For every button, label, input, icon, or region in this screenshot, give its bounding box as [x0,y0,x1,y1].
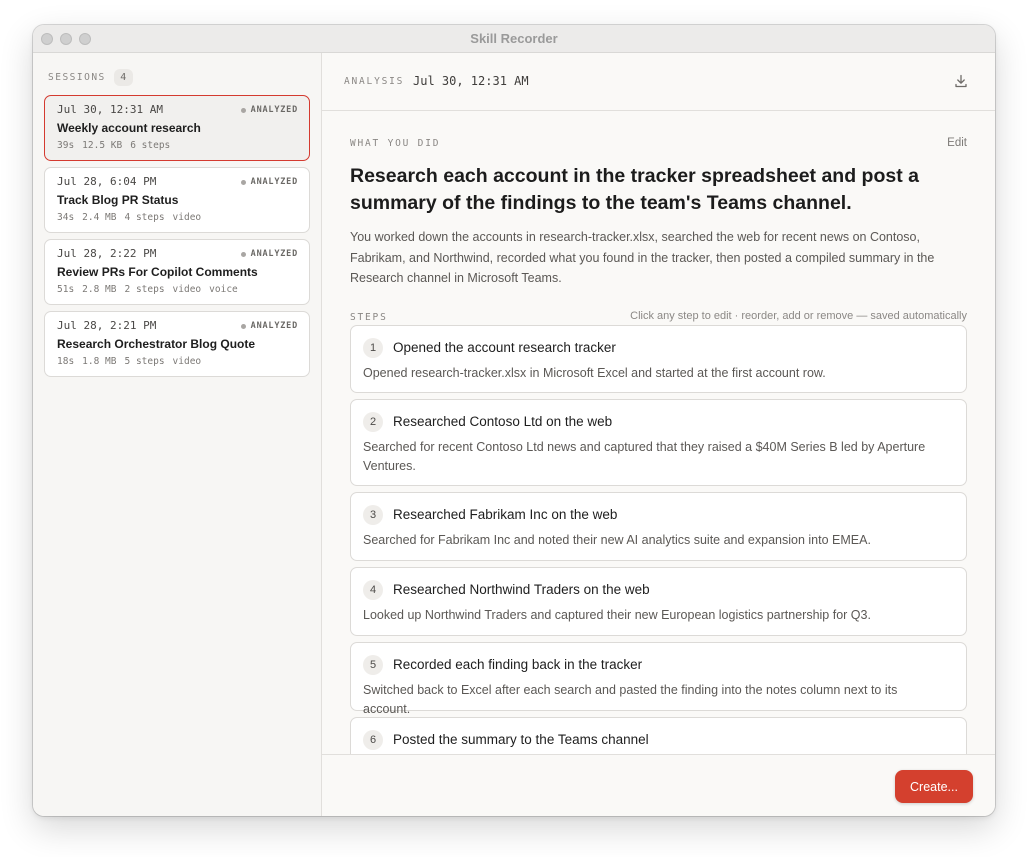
session-title: Weekly account research [57,121,201,135]
status-text: ANALYZED [250,321,298,331]
status-badge: ANALYZED [240,249,298,259]
sessions-count-badge: 4 [113,69,133,86]
status-dot-icon [240,323,246,329]
session-date: Jul 30, 12:31 AM [57,103,163,116]
session-steps: 6 steps [130,140,171,151]
session-card-track-blog-pr-status[interactable]: Jul 28, 6:04 PM ANALYZED Track Blog PR S… [44,167,310,233]
analysis-panel: ANALYSIS Jul 30, 12:31 AM WHAT YOU DID E… [322,53,995,816]
session-steps: 5 steps [124,356,165,367]
create-button[interactable]: Create... [895,770,973,803]
step-card-3[interactable]: 3 Researched Fabrikam Inc on the web Sea… [350,492,967,561]
status-badge: ANALYZED [240,105,298,115]
session-duration: 39s [57,140,75,151]
title-bar: Skill Recorder [33,25,995,53]
step-card-2[interactable]: 2 Researched Contoso Ltd on the web Sear… [350,399,967,486]
session-size: 1.8 MB [82,356,117,367]
session-duration: 34s [57,212,75,223]
step-card-4[interactable]: 4 Researched Northwind Traders on the we… [350,567,967,636]
step-card-6[interactable]: 6 Posted the summary to the Teams channe… [350,717,967,754]
session-title: Research Orchestrator Blog Quote [57,337,256,351]
session-date: Jul 28, 6:04 PM [57,175,157,188]
status-text: ANALYZED [250,177,298,187]
step-title: Opened the account research tracker [393,340,616,355]
session-date: Jul 28, 2:21 PM [57,319,157,332]
step-number: 5 [363,655,383,675]
session-meta: 18s 1.8 MB 5 steps video [57,356,201,367]
status-badge: ANALYZED [240,177,298,187]
status-dot-icon [240,107,246,113]
step-description: Searched for recent Contoso Ltd news and… [363,440,926,473]
session-size: 2.8 MB [82,284,117,295]
session-date: Jul 28, 2:22 PM [57,247,157,260]
status-dot-icon [240,179,246,185]
app-window: Skill Recorder SESSIONS 4 Jul 30, 12:31 … [33,25,995,816]
session-tag-video: video [172,284,202,295]
sessions-header: SESSIONS 4 [48,69,133,86]
session-steps: 4 steps [124,212,165,223]
step-title: Researched Northwind Traders on the web [393,582,650,597]
session-card-review-prs[interactable]: Jul 28, 2:22 PM ANALYZED Review PRs For … [44,239,310,305]
task-headline: Research each account in the tracker spr… [350,165,919,214]
analysis-label: ANALYSIS [344,76,405,87]
step-number: 4 [363,580,383,600]
session-tag-video: video [172,212,202,223]
analysis-date: Jul 30, 12:31 AM [413,74,529,88]
step-description: Looked up Northwind Traders and captured… [363,608,871,622]
step-number: 3 [363,505,383,525]
status-text: ANALYZED [250,105,298,115]
step-title: Researched Fabrikam Inc on the web [393,507,618,522]
session-size: 12.5 KB [82,140,123,151]
sessions-label: SESSIONS [48,72,106,83]
session-tag-voice: voice [209,284,238,295]
session-tag-video: video [172,356,202,367]
session-duration: 18s [57,356,75,367]
download-icon[interactable] [953,73,969,89]
session-duration: 51s [57,284,75,295]
step-card-1[interactable]: 1 Opened the account research tracker Op… [350,325,967,393]
step-description: Searched for Fabrikam Inc and noted thei… [363,533,871,547]
step-card-5[interactable]: 5 Recorded each finding back in the trac… [350,642,967,716]
session-title: Track Blog PR Status [57,193,179,207]
session-meta: 51s 2.8 MB 2 steps video voice [57,284,238,295]
analysis-header: ANALYSIS Jul 30, 12:31 AM [322,53,995,111]
step-title: Researched Contoso Ltd on the web [393,414,613,429]
status-badge: ANALYZED [240,321,298,331]
step-title: Posted the summary to the Teams channel [393,732,649,747]
task-summary: You worked down the accounts in research… [350,230,935,285]
step-number: 1 [363,338,383,358]
sessions-sidebar: SESSIONS 4 Jul 30, 12:31 AM ANALYZED Wee… [33,53,322,816]
step-number: 2 [363,412,383,432]
steps-label: STEPS [350,312,388,323]
session-card-research-orchestrator[interactable]: Jul 28, 2:21 PM ANALYZED Research Orches… [44,311,310,377]
step-description: Switched back to Excel after each search… [363,683,898,716]
session-size: 2.4 MB [82,212,117,223]
session-card-weekly-account-research[interactable]: Jul 30, 12:31 AM ANALYZED Weekly account… [44,95,310,161]
status-text: ANALYZED [250,249,298,259]
session-steps: 2 steps [124,284,165,295]
analysis-content: WHAT YOU DID Edit Research each account … [350,111,967,754]
edit-link[interactable]: Edit [947,137,967,149]
footer-bar: Create... [322,754,995,816]
session-title: Review PRs For Copilot Comments [57,265,258,279]
window-title: Skill Recorder [470,31,558,46]
what-you-did-label: WHAT YOU DID [350,138,441,149]
step-number: 6 [363,730,383,750]
step-description: Opened research-tracker.xlsx in Microsof… [363,366,826,380]
steps-hint: Click any step to edit · reorder, add or… [630,310,967,322]
session-meta: 34s 2.4 MB 4 steps video [57,212,201,223]
step-title: Recorded each finding back in the tracke… [393,657,643,672]
session-meta: 39s 12.5 KB 6 steps [57,140,170,151]
status-dot-icon [240,251,246,257]
